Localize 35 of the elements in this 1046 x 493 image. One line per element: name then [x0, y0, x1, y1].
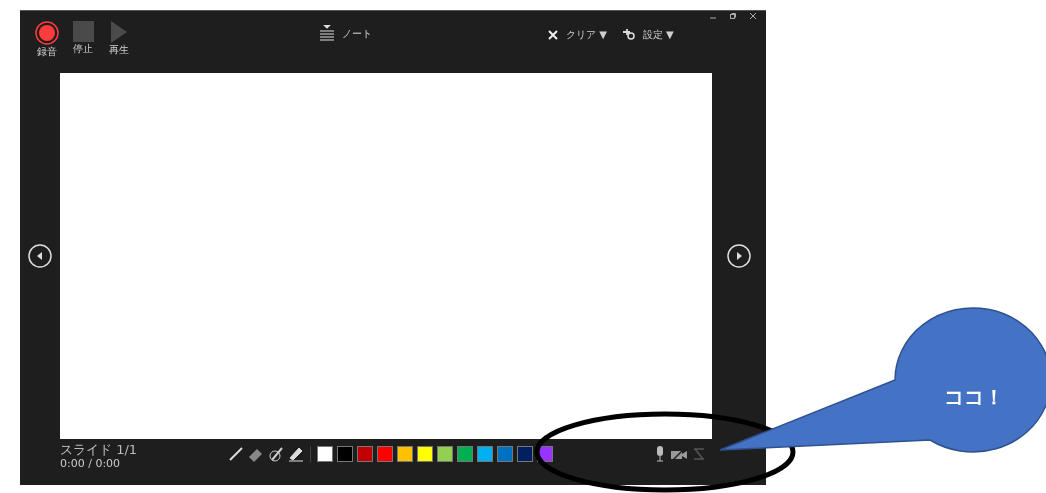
- previous-slide-icon[interactable]: [28, 244, 52, 268]
- color-swatch[interactable]: [457, 446, 473, 462]
- settings-button[interactable]: 設定 ▼: [622, 27, 674, 42]
- close-icon: [548, 29, 558, 40]
- color-swatch[interactable]: [437, 446, 453, 462]
- close-icon[interactable]: [750, 13, 756, 19]
- restore-icon[interactable]: [730, 13, 736, 19]
- color-swatch[interactable]: [317, 446, 333, 462]
- play-button[interactable]: 再生: [104, 21, 134, 58]
- color-swatch[interactable]: [377, 446, 393, 462]
- slide-counter: スライド 1/1: [60, 442, 139, 457]
- color-swatch[interactable]: [477, 446, 493, 462]
- elapsed-time: 0:00 / 0:00: [60, 457, 122, 471]
- color-swatch[interactable]: [417, 446, 433, 462]
- notes-icon: [320, 25, 334, 41]
- callout-text: ココ！: [944, 384, 1004, 411]
- play-icon: [111, 21, 127, 43]
- color-swatch[interactable]: [337, 446, 353, 462]
- color-swatch[interactable]: [497, 446, 513, 462]
- color-swatch[interactable]: [397, 446, 413, 462]
- record-button[interactable]: 録音: [32, 21, 62, 58]
- eraser-icon[interactable]: [248, 446, 264, 462]
- next-slide-icon[interactable]: [727, 244, 751, 268]
- notes-button[interactable]: ノート: [320, 25, 372, 41]
- color-swatch[interactable]: [517, 446, 533, 462]
- stop-icon: [72, 21, 94, 42]
- highlighter-icon[interactable]: [288, 446, 304, 462]
- stop-button[interactable]: 停止: [68, 21, 98, 58]
- clear-button[interactable]: クリア ▼: [548, 27, 607, 42]
- settings-icon: [622, 29, 635, 40]
- pen-crossed-icon[interactable]: [268, 446, 284, 462]
- pen-icon[interactable]: [228, 446, 244, 462]
- color-swatch[interactable]: [357, 446, 373, 462]
- microphone-icon[interactable]: [655, 446, 665, 462]
- record-icon: [35, 21, 59, 45]
